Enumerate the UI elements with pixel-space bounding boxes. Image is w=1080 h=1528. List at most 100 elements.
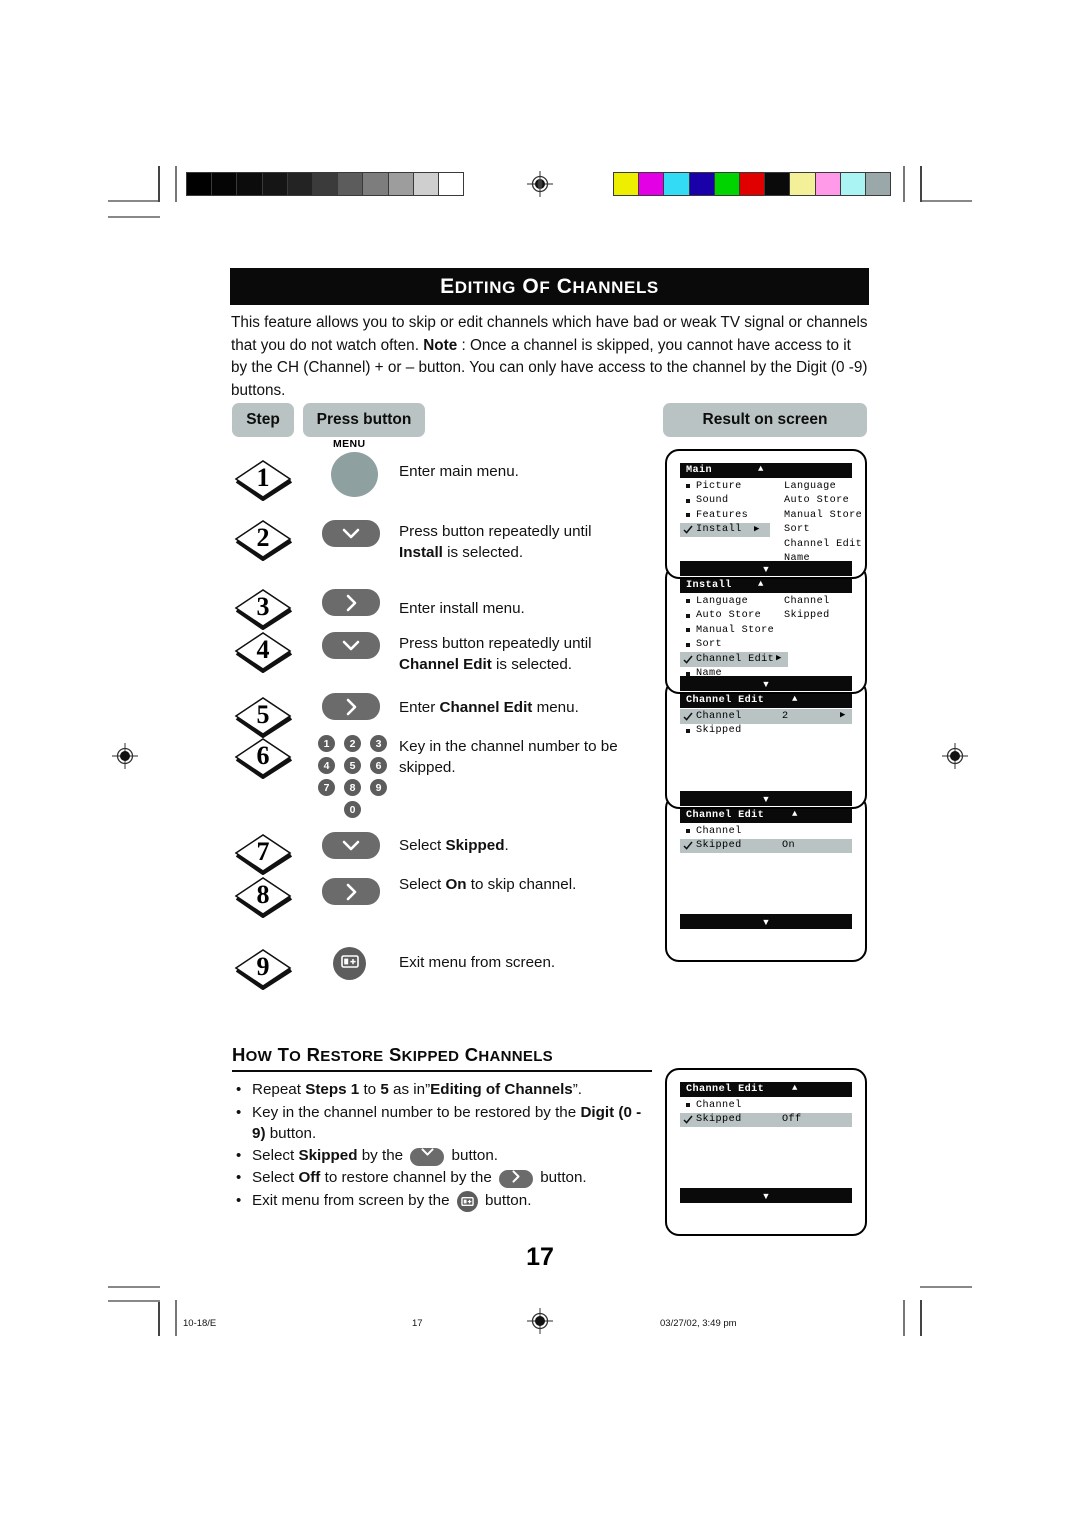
digit-button-4[interactable]: 4	[318, 757, 335, 774]
osd-row[interactable]: Channel Edit ▶	[680, 652, 788, 667]
osd-row[interactable]: Language Channel	[680, 594, 852, 609]
scroll-up-arrow-icon: ▲	[792, 694, 798, 704]
osd-row[interactable]: Auto Store Skipped	[680, 609, 852, 624]
down-arrow-button-inline[interactable]	[410, 1147, 445, 1166]
osd-row[interactable]: Channel 2 ▶	[680, 709, 852, 724]
osd-row-second-column: Skipped	[784, 610, 830, 622]
right-arrow-button[interactable]	[322, 693, 380, 720]
osd-row[interactable]: Channel Edit	[680, 537, 862, 552]
calibration-swatch	[614, 173, 640, 195]
scroll-up-arrow-icon: ▲	[792, 1083, 798, 1093]
calibration-swatch	[639, 173, 665, 195]
digit-button-2[interactable]: 2	[344, 735, 361, 752]
osd-row-label: Skipped	[696, 840, 742, 852]
osd-row[interactable]: Skipped	[680, 724, 852, 739]
step-number-badge: 9	[232, 946, 294, 990]
calibration-swatch	[237, 173, 263, 195]
exit-button-inline[interactable]	[456, 1190, 478, 1212]
step-number-text: 4	[256, 635, 270, 664]
step-description: Select On to skip channel.	[399, 876, 577, 893]
osd-scroll-bar[interactable]: ▼	[680, 791, 852, 806]
osd-row-list: Language Channel Auto Store Skipped Manual S…	[680, 594, 852, 681]
digit-button-1[interactable]: 1	[318, 735, 335, 752]
osd-title-text: Channel Edit	[686, 695, 765, 706]
calibration-swatch	[790, 173, 816, 195]
calibration-swatch	[438, 173, 464, 195]
calibration-swatch	[212, 173, 238, 195]
osd-row-second-column: Sort	[784, 524, 811, 536]
step-description: Press button repeatedly until Channel Ed…	[399, 635, 592, 673]
menu-button[interactable]	[331, 452, 378, 497]
calibration-swatch	[739, 173, 766, 195]
calibration-swatch	[363, 173, 389, 195]
chevron-right-icon	[346, 594, 357, 612]
osd-row-second-column: Channel	[784, 595, 830, 607]
footer-right: 03/27/02, 3:49 pm	[660, 1318, 737, 1329]
bullet-square-icon	[680, 484, 696, 489]
scroll-down-arrow-icon: ▼	[761, 1190, 771, 1201]
footer-center: 17	[412, 1318, 423, 1329]
step-number-badge: 6	[232, 735, 294, 779]
osd-scroll-bar[interactable]: ▼	[680, 914, 852, 929]
osd-row-label: Skipped	[696, 725, 742, 737]
osd-scroll-bar[interactable]: ▼	[680, 676, 852, 691]
osd-row[interactable]: Skipped Off	[680, 1112, 852, 1127]
osd-row-list: Picture Language Sound Auto Store Features Ma…	[680, 479, 862, 566]
osd-title-text: Channel Edit	[686, 810, 765, 821]
digit-button-8[interactable]: 8	[344, 779, 361, 796]
osd-row-second-column: Channel Edit	[784, 538, 863, 550]
digit-button-3[interactable]: 3	[370, 735, 387, 752]
right-arrow-button-inline[interactable]	[498, 1170, 533, 1188]
grayscale-calibration-bar	[186, 172, 464, 196]
down-arrow-button[interactable]	[322, 832, 380, 859]
digit-button-7[interactable]: 7	[318, 779, 335, 796]
chevron-right-icon	[346, 883, 357, 901]
right-arrow-button[interactable]	[322, 589, 380, 616]
calibration-swatch	[840, 173, 866, 195]
osd-row[interactable]: Channel	[680, 824, 852, 839]
registration-mark-left	[112, 743, 138, 769]
osd-scroll-bar[interactable]: ▼	[680, 561, 852, 576]
bullet-square-icon	[680, 628, 696, 633]
calibration-swatch	[388, 173, 414, 195]
osd-title-text: Install	[686, 580, 732, 591]
digit-button-9[interactable]: 9	[370, 779, 387, 796]
calibration-swatch	[689, 173, 715, 195]
step-description: Enter main menu.	[399, 463, 519, 480]
osd-row[interactable]: Skipped On	[680, 838, 852, 853]
registration-mark-bottom	[527, 1308, 553, 1334]
down-arrow-button[interactable]	[322, 632, 380, 659]
osd-title-bar: Channel Edit ▲	[680, 1082, 852, 1097]
digit-button-0[interactable]: 0	[344, 801, 361, 818]
osd-row[interactable]: Channel	[680, 1098, 852, 1113]
osd-row[interactable]: Picture Language	[680, 479, 852, 494]
column-header-press-button: Press button	[303, 403, 425, 437]
osd-title-text: Channel Edit	[686, 1084, 765, 1095]
osd-row[interactable]: Manual Store	[680, 623, 852, 638]
bullet-square-icon	[680, 1103, 696, 1108]
osd-row-list: Channel Skipped On	[680, 824, 852, 853]
digit-button-6[interactable]: 6	[370, 757, 387, 774]
right-arrow-button[interactable]	[322, 878, 380, 905]
page-title: EDITING OF CHANNELS	[230, 268, 869, 305]
submenu-arrow-icon: ▶	[776, 653, 782, 663]
osd-scroll-bar[interactable]: ▼	[680, 1188, 852, 1203]
calibration-swatch	[815, 173, 841, 195]
digit-button-5[interactable]: 5	[344, 757, 361, 774]
osd-row[interactable]: Sort	[680, 638, 852, 653]
step-number-badge: 3	[232, 586, 294, 630]
osd-row-label: Channel	[696, 1099, 742, 1111]
step-number-badge: 4	[232, 629, 294, 673]
osd-row-label: Channel Edit	[696, 653, 775, 665]
down-arrow-button[interactable]	[322, 520, 380, 547]
osd-row[interactable]: Sound Auto Store	[680, 494, 852, 509]
step-description: Enter Channel Edit menu.	[399, 699, 579, 716]
osd-row-label: Channel	[696, 825, 742, 837]
osd-row[interactable]: Features Manual Store	[680, 508, 862, 523]
restore-section-heading-text: HOW TO RESTORE SKIPPED CHANNELS	[232, 1044, 553, 1065]
step-number-text: 2	[256, 523, 270, 552]
restore-section-heading: HOW TO RESTORE SKIPPED CHANNELS	[232, 1044, 652, 1072]
osd-row[interactable]: Install Sort ▶	[680, 522, 810, 537]
step-number-text: 6	[256, 741, 270, 770]
exit-button[interactable]	[333, 947, 366, 980]
